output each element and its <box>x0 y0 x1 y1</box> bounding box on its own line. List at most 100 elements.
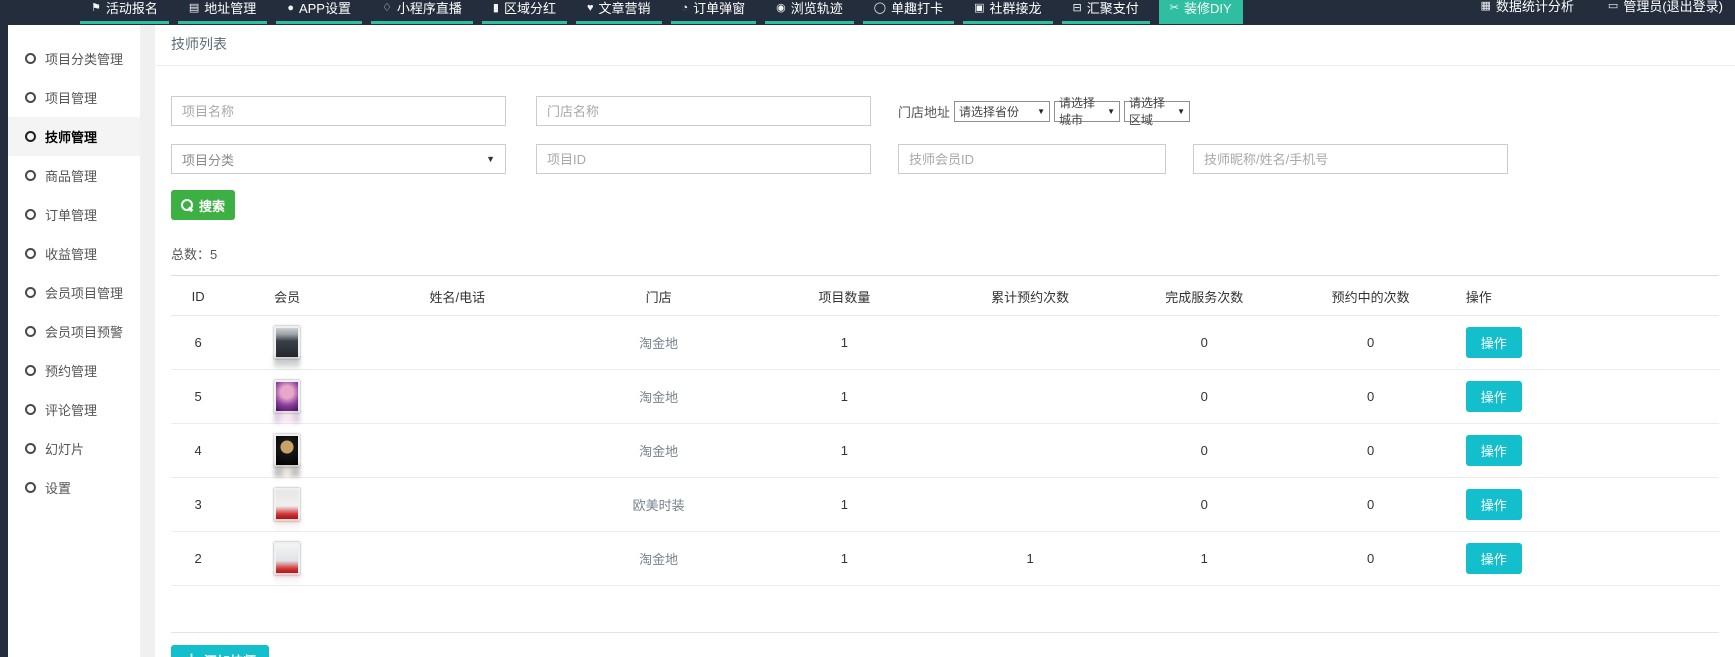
topnav-item-browse-track[interactable]: ◉浏览轨迹 <box>765 0 854 24</box>
collapsed-nav-strip <box>0 25 8 657</box>
sidebar-item-technician-management[interactable]: 技师管理 <box>8 117 140 156</box>
topnav-item-checkin[interactable]: ◯单趣打卡 <box>863 0 954 24</box>
sidebar-item-booking-management[interactable]: 预约管理 <box>8 351 140 390</box>
total-count: 总数：5 <box>171 244 1719 263</box>
cell-id: 5 <box>171 370 225 424</box>
cell-pending-bookings: 0 <box>1286 316 1456 370</box>
table-header-row: ID 会员 姓名/电话 门店 项目数量 累计预约次数 完成服务次数 预约中的次数… <box>171 276 1719 316</box>
cell-pending-bookings: 0 <box>1286 532 1456 586</box>
flag-icon: ⚑ <box>91 1 101 14</box>
topnav-item-account[interactable]: ▭管理员(退出登录) <box>1604 0 1727 19</box>
project-category-select[interactable]: 项目分类▼ <box>171 144 506 174</box>
panel-icon: ⊟ <box>1073 1 1082 14</box>
clock-icon: ◔ <box>682 2 689 14</box>
circle-bullet-icon <box>25 248 36 259</box>
diamond-icon: ♢ <box>382 1 392 14</box>
sidebar-item-order-management[interactable]: 订单管理 <box>8 195 140 234</box>
project-name-input[interactable] <box>171 96 506 126</box>
circle-icon: ◯ <box>874 1 886 14</box>
row-action-button[interactable]: 操作 <box>1466 543 1522 574</box>
topnav-item-huiju-pay[interactable]: ⊟汇聚支付 <box>1062 0 1150 24</box>
topnav-item-group-chain[interactable]: ▣社群接龙 <box>963 0 1052 24</box>
cell-pending-bookings: 0 <box>1286 370 1456 424</box>
topnav-item-activity-signup[interactable]: ⚑活动报名 <box>80 0 169 24</box>
cell-member <box>225 316 349 370</box>
technician-avatar <box>274 542 300 575</box>
user-icon: ▭ <box>1608 0 1618 12</box>
scissors-icon: ✂ <box>1170 1 1179 14</box>
sidebar-item-member-project-management[interactable]: 会员项目管理 <box>8 273 140 312</box>
header-store: 门店 <box>566 276 752 316</box>
sidebar-item-comment-management[interactable]: 评论管理 <box>8 390 140 429</box>
row-action-button[interactable]: 操作 <box>1466 327 1522 358</box>
grid-icon: ▦ <box>1481 0 1491 12</box>
store-name-input[interactable] <box>536 96 871 126</box>
project-id-input[interactable] <box>536 144 871 174</box>
cell-total-bookings: 1 <box>937 532 1123 586</box>
cell-total-bookings <box>937 424 1123 478</box>
main-content-panel: 技师列表 门店地址 请选择省份▼ 请选择城市▼ 请选择区域▼ 项目分类▼ 搜索 <box>155 25 1735 657</box>
cell-name-phone <box>349 370 566 424</box>
header-action: 操作 <box>1456 276 1719 316</box>
dot-icon: ● <box>287 2 294 14</box>
cell-member <box>225 532 349 586</box>
province-select[interactable]: 请选择省份▼ <box>954 101 1050 122</box>
topnav-item-miniprogram-live[interactable]: ♢小程序直播 <box>371 0 473 24</box>
search-filters: 门店地址 请选择省份▼ 请选择城市▼ 请选择区域▼ 项目分类▼ <box>155 66 1735 174</box>
topnav-item-order-popup[interactable]: ◔订单弹窗 <box>671 0 757 24</box>
cell-completed-services: 1 <box>1123 532 1286 586</box>
cell-completed-services: 0 <box>1123 370 1286 424</box>
technician-name-input[interactable] <box>1193 144 1508 174</box>
topnav-item-app-settings[interactable]: ●APP设置 <box>276 0 362 24</box>
district-select[interactable]: 请选择区域▼ <box>1124 101 1190 122</box>
cell-pending-bookings: 0 <box>1286 478 1456 532</box>
circle-bullet-icon <box>25 131 36 142</box>
table-row: 2 淘金地 1 1 1 0 操作 <box>171 532 1719 586</box>
cell-id: 2 <box>171 532 225 586</box>
top-nav-items: ⚑活动报名 ▤地址管理 ●APP设置 ♢小程序直播 ▮区域分红 ♥文章营销 ◔订… <box>80 0 1243 24</box>
topnav-item-region-dividend[interactable]: ▮区域分红 <box>482 0 567 24</box>
sidebar-item-goods-management[interactable]: 商品管理 <box>8 156 140 195</box>
header-name-phone: 姓名/电话 <box>349 276 566 316</box>
sidebar-item-project-category[interactable]: 项目分类管理 <box>8 39 140 78</box>
cell-member <box>225 370 349 424</box>
chevron-down-icon: ▼ <box>1177 107 1185 116</box>
cell-completed-services: 0 <box>1123 424 1286 478</box>
topnav-item-decorate-diy[interactable]: ✂装修DIY <box>1159 0 1243 24</box>
sidebar-item-settings[interactable]: 设置 <box>8 468 140 507</box>
cell-name-phone <box>349 316 566 370</box>
target-icon: ◉ <box>776 1 786 14</box>
topnav-item-statistics[interactable]: ▦数据统计分析 <box>1477 0 1578 19</box>
store-address-label: 门店地址 <box>898 102 950 121</box>
sidebar-item-member-project-alert[interactable]: 会员项目预警 <box>8 312 140 351</box>
header-project-count: 项目数量 <box>751 276 937 316</box>
circle-bullet-icon <box>25 53 36 64</box>
chevron-down-icon: ▼ <box>1107 107 1115 116</box>
bottom-divider <box>171 632 1719 633</box>
cell-member <box>225 478 349 532</box>
chevron-down-icon: ▼ <box>486 154 495 164</box>
row-action-button[interactable]: 操作 <box>1466 435 1522 466</box>
cell-project-count: 1 <box>751 532 937 586</box>
circle-bullet-icon <box>25 209 36 220</box>
sidebar-item-revenue-management[interactable]: 收益管理 <box>8 234 140 273</box>
header-member: 会员 <box>225 276 349 316</box>
technician-avatar <box>274 326 300 359</box>
row-action-button[interactable]: 操作 <box>1466 489 1522 520</box>
cell-store: 淘金地 <box>566 532 752 586</box>
topnav-item-address-management[interactable]: ▤地址管理 <box>178 0 267 24</box>
row-action-button[interactable]: 操作 <box>1466 381 1522 412</box>
sidebar-item-project-management[interactable]: 项目管理 <box>8 78 140 117</box>
circle-bullet-icon <box>25 365 36 376</box>
add-technician-button[interactable]: ＋ 添加技师 <box>171 645 269 657</box>
circle-bullet-icon <box>25 326 36 337</box>
topnav-item-article-marketing[interactable]: ♥文章营销 <box>576 0 662 24</box>
cell-store: 淘金地 <box>566 316 752 370</box>
page-title: 技师列表 <box>155 25 1735 66</box>
technician-member-id-input[interactable] <box>898 144 1166 174</box>
table-row: 3 欧美时装 1 0 0 操作 <box>171 478 1719 532</box>
sidebar-item-slideshow[interactable]: 幻灯片 <box>8 429 140 468</box>
header-completed-services: 完成服务次数 <box>1123 276 1286 316</box>
search-button[interactable]: 搜索 <box>171 190 235 220</box>
city-select[interactable]: 请选择城市▼ <box>1054 101 1120 122</box>
